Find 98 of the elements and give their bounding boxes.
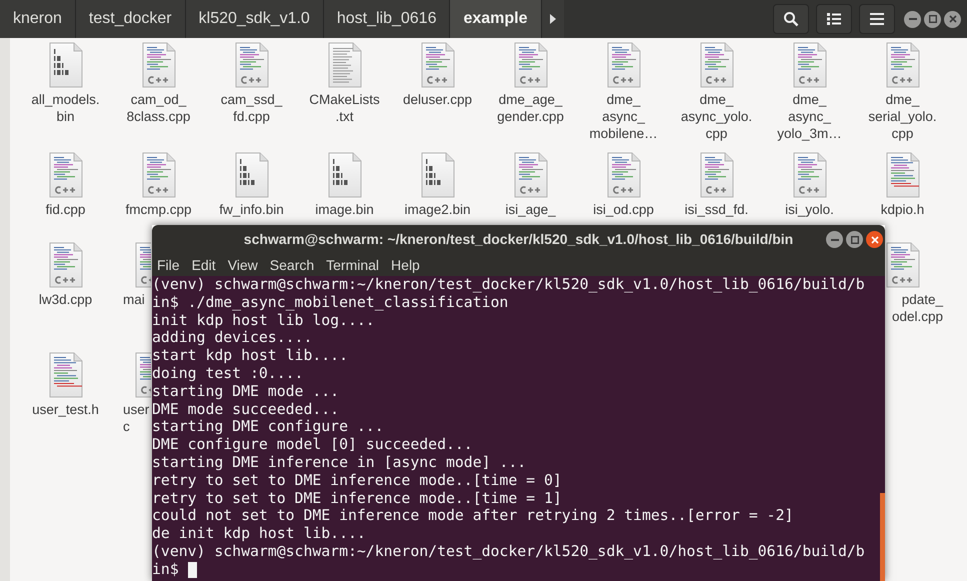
terminal-line: could not set to DME inference mode after retrying 2 times..[error = -2] [152,507,794,526]
file-name[interactable]: dme_ async_yolo. cpp [680,91,752,142]
terminal-line: adding devices.... [152,329,312,348]
file-name[interactable]: pdate_ odel.cpp [892,291,949,325]
terminal-line: doing test :0.... [152,364,304,383]
source-file-icon[interactable] [698,152,734,198]
file-name[interactable]: image.bin [315,201,374,218]
file-name[interactable]: isi_ssd_fd. [684,201,748,218]
terminal-line: in$ [152,560,180,579]
file-name[interactable]: dme_ async_ mobilene… [589,91,658,142]
search-button[interactable] [773,4,809,34]
path-button[interactable]: kl520_sdk_v1.0 [186,0,324,38]
binary-file-icon[interactable] [420,152,456,198]
source-file-icon[interactable] [140,42,176,88]
text-file-icon[interactable] [48,352,84,398]
text-file-icon[interactable] [884,152,920,198]
terminal-line: (venv) schwarm@schwarm:~/kneron/test_docker/kl520_sdk_v1.0/host_lib_0616/build/b [152,276,865,294]
source-file-icon[interactable] [140,152,176,198]
file-name[interactable]: deluser.cpp [402,91,472,108]
file-name[interactable]: fmcmp.cpp [125,201,192,218]
source-file-icon[interactable] [606,152,642,198]
file-name[interactable]: isi_yolo. [785,201,834,218]
menu-icon [870,13,884,25]
terminal-line: starting DME mode ... [152,382,340,401]
terminal-line: (venv) schwarm@schwarm:~/kneron/test_docker/kl520_sdk_v1.0/host_lib_0616/build/b [152,542,865,561]
path-button[interactable]: kneron [0,0,76,38]
source-file-icon[interactable] [420,42,456,88]
source-file-icon[interactable] [512,152,548,198]
file-name[interactable]: dme_age_ gender.cpp [497,91,564,125]
terminal-line: in$ ./dme_async_mobilenet_classification [152,294,508,312]
terminal-line: retry to set to DME inference mode..[time = 0] [152,472,562,490]
file-name[interactable]: image2.bin [404,201,471,218]
maximize-icon [850,236,858,244]
path-button[interactable]: test_docker [76,0,186,38]
triangle-right-icon [548,14,557,24]
maximize-button[interactable] [846,231,863,248]
terminal-line: DME configure model [0] succeeded... [152,436,473,454]
minimize-button[interactable] [826,231,843,248]
source-file-icon[interactable] [606,42,642,88]
source-file-icon[interactable] [792,152,828,198]
binary-file-icon[interactable] [234,152,270,198]
file-name[interactable]: lw3d.cpp [38,291,92,308]
menu-item[interactable]: Terminal [326,256,380,272]
file-name[interactable]: isi_od.cpp [593,201,654,218]
source-file-icon[interactable] [48,242,84,288]
text-file-icon[interactable] [326,42,362,88]
minimize-icon [908,15,916,23]
source-file-icon[interactable] [512,42,548,88]
path-button[interactable]: example [450,0,542,38]
terminal-line: de init kdp host lib.... [152,525,366,543]
terminal-line: DME mode succeeded... [152,400,340,418]
source-file-icon[interactable] [792,42,828,88]
binary-file-icon[interactable] [326,152,362,198]
source-file-icon[interactable] [234,42,270,88]
minimize-button[interactable] [904,10,921,28]
binary-file-icon[interactable] [48,42,84,88]
terminal-line: retry to set to DME inference mode..[time = 1] [152,490,562,508]
menu-item[interactable]: Search [270,256,314,272]
terminal-line: starting DME inference in [async mode] ... [152,454,526,472]
file-name[interactable]: user_test.h [32,401,99,418]
file-name[interactable]: isi_age_ [505,201,556,218]
source-file-icon[interactable] [48,152,84,198]
menu-item[interactable]: Edit [192,256,216,272]
terminal-line: starting DME configure ... [152,418,384,436]
file-name[interactable]: dme_ async_ yolo_3m… [777,91,842,142]
terminal-line: init kdp host lib log.... [152,312,375,330]
file-name[interactable]: cam_ssd_ fd.cpp [220,91,282,125]
file-name[interactable]: mai [112,291,145,308]
file-name[interactable]: CMakeLists .txt [309,91,380,125]
search-icon [783,11,799,27]
file-name[interactable]: fid.cpp [46,201,86,218]
terminal-line: start kdp host lib.... [152,347,348,365]
list-view-icon [826,12,842,26]
scrollbar-thumb[interactable] [880,493,885,581]
maximize-button[interactable] [924,10,941,28]
window-title: schwarm@schwarm: ~/kneron/test_docker/kl520_sdk_v1.0/host_lib_0616/build/bin [244,231,794,247]
close-button[interactable] [866,231,883,248]
source-file-icon[interactable] [134,352,151,398]
view-list-button[interactable] [816,4,852,34]
maximize-icon [928,15,936,23]
menu-item[interactable]: Help [391,256,420,272]
file-name[interactable]: kdpio.h [880,201,924,218]
menu-item[interactable]: File [157,256,180,272]
scroll-right-button[interactable] [542,0,564,38]
file-name[interactable]: fw_info.bin [219,201,284,218]
source-file-icon[interactable] [884,42,920,88]
file-name[interactable]: user c [112,401,150,435]
source-file-icon[interactable] [885,242,921,288]
path-button[interactable]: host_lib_0616 [324,0,450,38]
menu-item[interactable]: View [228,256,258,272]
menu-button[interactable] [859,4,895,34]
close-icon [948,15,956,23]
file-name[interactable]: dme_ serial_yolo. cpp [868,91,937,142]
file-name[interactable]: all_models. bin [31,91,100,125]
source-file-icon[interactable] [134,242,151,288]
file-name[interactable]: cam_od_ 8class.cpp [126,91,190,125]
close-icon [870,236,878,244]
source-file-icon[interactable] [698,42,734,88]
